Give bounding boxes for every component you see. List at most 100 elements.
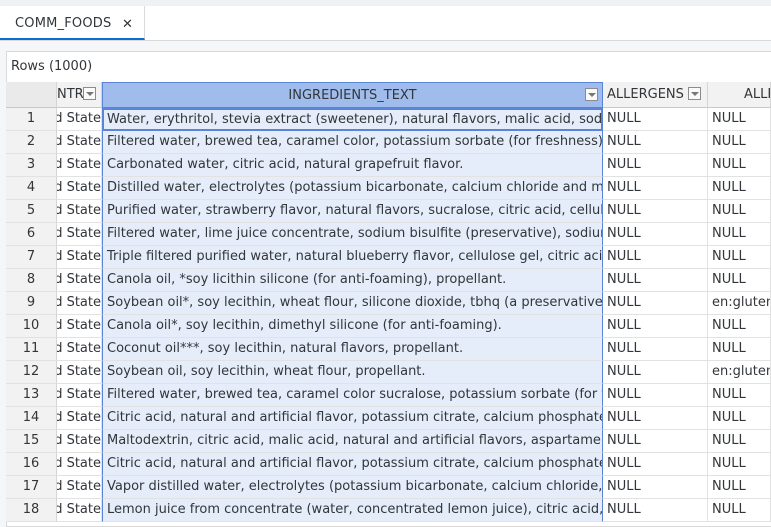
cell-ingredients-text[interactable]: Vapor distilled water, electrolytes (pot…: [102, 476, 603, 499]
row-number[interactable]: 16: [6, 453, 57, 476]
cell-allergens-2[interactable]: NULL: [708, 407, 771, 430]
cell-allergens-2[interactable]: NULL: [708, 269, 771, 292]
cell-allergens-2[interactable]: NULL: [708, 430, 771, 453]
cell-ingredients-text[interactable]: Soybean oil*, soy lecithin, wheat flour,…: [102, 292, 603, 315]
tab-comm-foods[interactable]: COMM_FOODS ✕: [0, 6, 145, 40]
cell-allergens-2[interactable]: NULL: [708, 108, 771, 131]
cell-ingredients-text[interactable]: Water, erythritol, stevia extract (sweet…: [102, 108, 603, 131]
table-row[interactable]: 12 d State Soybean oil, soy lecithin, whea…: [6, 361, 771, 384]
table-row[interactable]: 16 d State Citric acid, natural and artifi…: [6, 453, 771, 476]
cell-ingredients-text[interactable]: Canola oil, *soy licithin silicone (for …: [102, 269, 603, 292]
cell-ingredients-text[interactable]: Filtered water, brewed tea, caramel colo…: [102, 131, 603, 154]
table-row[interactable]: 6d State Filtered water, lime juice conce…: [6, 223, 771, 246]
cell-allergens[interactable]: NULL: [603, 315, 708, 338]
cell-allergens[interactable]: NULL: [603, 177, 708, 200]
cell-ingredients-text[interactable]: Maltodextrin, citric acid, malic acid, n…: [102, 430, 603, 453]
table-row[interactable]: 4d State Distilled water, electrolytes (p…: [6, 177, 771, 200]
column-header-allergens[interactable]: ALLERGENS: [603, 82, 708, 108]
cell-countries[interactable]: d State: [57, 292, 102, 315]
cell-allergens-2[interactable]: NULL: [708, 453, 771, 476]
row-number[interactable]: 14: [6, 407, 57, 430]
cell-allergens[interactable]: NULL: [603, 430, 708, 453]
cell-ingredients-text[interactable]: Coconut oil***, soy lecithin, natural fl…: [102, 338, 603, 361]
cell-allergens-2[interactable]: NULL: [708, 384, 771, 407]
cell-allergens[interactable]: NULL: [603, 246, 708, 269]
table-row[interactable]: 7d State Triple filtered purified water, …: [6, 246, 771, 269]
table-row[interactable]: 10 d State Canola oil*, soy lecithin, dime…: [6, 315, 771, 338]
cell-allergens[interactable]: NULL: [603, 453, 708, 476]
cell-ingredients-text[interactable]: Distilled water, electrolytes (potassium…: [102, 177, 603, 200]
result-grid[interactable]: NTR INGREDIENTS_TEXT ALLERGENS ALLE 1d S…: [6, 82, 771, 527]
cell-countries[interactable]: d State: [57, 499, 102, 522]
cell-allergens[interactable]: NULL: [603, 292, 708, 315]
cell-allergens-2[interactable]: NULL: [708, 499, 771, 522]
cell-allergens[interactable]: NULL: [603, 499, 708, 522]
cell-countries[interactable]: d State: [57, 315, 102, 338]
cell-ingredients-text[interactable]: Filtered water, lime juice concentrate, …: [102, 223, 603, 246]
row-number[interactable]: 15: [6, 430, 57, 453]
row-number[interactable]: 10: [6, 315, 57, 338]
cell-ingredients-text[interactable]: Soybean oil, soy lecithin, wheat flour, …: [102, 361, 603, 384]
filter-icon[interactable]: [688, 87, 701, 100]
row-number[interactable]: 13: [6, 384, 57, 407]
row-number[interactable]: 18: [6, 499, 57, 522]
cell-countries[interactable]: d State: [57, 407, 102, 430]
table-row[interactable]: 17 d State Vapor distilled water, electrol…: [6, 476, 771, 499]
filter-icon[interactable]: [83, 87, 96, 100]
table-row[interactable]: 15 d State Maltodextrin, citric acid, mali…: [6, 430, 771, 453]
table-row[interactable]: 8d State Canola oil, *soy licithin silico…: [6, 269, 771, 292]
row-number[interactable]: 11: [6, 338, 57, 361]
cell-ingredients-text[interactable]: Lemon juice from concentrate (water, con…: [102, 499, 603, 522]
row-number[interactable]: 9: [6, 292, 57, 315]
cell-countries[interactable]: d State: [57, 154, 102, 177]
cell-allergens-2[interactable]: NULL: [708, 476, 771, 499]
cell-countries[interactable]: d State: [57, 384, 102, 407]
row-number[interactable]: 12: [6, 361, 57, 384]
cell-countries[interactable]: d State: [57, 430, 102, 453]
cell-allergens[interactable]: NULL: [603, 131, 708, 154]
cell-countries[interactable]: d State: [57, 200, 102, 223]
cell-countries[interactable]: d State: [57, 177, 102, 200]
cell-countries[interactable]: d State: [57, 476, 102, 499]
cell-allergens-2[interactable]: en:gluten: [708, 361, 771, 384]
cell-countries[interactable]: d State: [57, 223, 102, 246]
cell-allergens-2[interactable]: NULL: [708, 246, 771, 269]
cell-allergens-2[interactable]: NULL: [708, 131, 771, 154]
cell-allergens[interactable]: NULL: [603, 200, 708, 223]
cell-countries[interactable]: d State: [57, 361, 102, 384]
cell-countries[interactable]: d State: [57, 338, 102, 361]
cell-allergens-2[interactable]: NULL: [708, 177, 771, 200]
cell-allergens[interactable]: NULL: [603, 361, 708, 384]
cell-ingredients-text[interactable]: Triple filtered purified water, natural …: [102, 246, 603, 269]
cell-countries[interactable]: d State: [57, 269, 102, 292]
row-number[interactable]: 17: [6, 476, 57, 499]
column-header-ingredients-text[interactable]: INGREDIENTS_TEXT: [102, 82, 603, 108]
column-header-countries[interactable]: NTR: [57, 82, 102, 108]
cell-ingredients-text[interactable]: Citric acid, natural and artificial flav…: [102, 407, 603, 430]
row-number[interactable]: 2: [6, 131, 57, 154]
cell-allergens-2[interactable]: NULL: [708, 338, 771, 361]
cell-countries[interactable]: d State: [57, 246, 102, 269]
filter-icon[interactable]: [585, 88, 598, 101]
row-number[interactable]: 1: [6, 108, 57, 131]
cell-allergens[interactable]: NULL: [603, 108, 708, 131]
close-icon[interactable]: ✕: [122, 17, 133, 32]
cell-countries[interactable]: d State: [57, 453, 102, 476]
cell-allergens[interactable]: NULL: [603, 338, 708, 361]
cell-allergens-2[interactable]: NULL: [708, 315, 771, 338]
cell-allergens-2[interactable]: en:gluten: [708, 292, 771, 315]
cell-allergens[interactable]: NULL: [603, 223, 708, 246]
table-row[interactable]: 13 d State Filtered water, brewed tea, car…: [6, 384, 771, 407]
cell-allergens[interactable]: NULL: [603, 384, 708, 407]
column-header-allergens-2[interactable]: ALLE: [708, 82, 771, 108]
cell-ingredients-text[interactable]: Filtered water, brewed tea, caramel colo…: [102, 384, 603, 407]
cell-allergens[interactable]: NULL: [603, 476, 708, 499]
cell-allergens[interactable]: NULL: [603, 407, 708, 430]
cell-ingredients-text[interactable]: Purified water, strawberry flavor, natur…: [102, 200, 603, 223]
row-number[interactable]: 5: [6, 200, 57, 223]
cell-allergens-2[interactable]: NULL: [708, 154, 771, 177]
row-number[interactable]: 6: [6, 223, 57, 246]
row-number[interactable]: 7: [6, 246, 57, 269]
table-row[interactable]: 14 d State Citric acid, natural and artifi…: [6, 407, 771, 430]
cell-allergens-2[interactable]: NULL: [708, 200, 771, 223]
